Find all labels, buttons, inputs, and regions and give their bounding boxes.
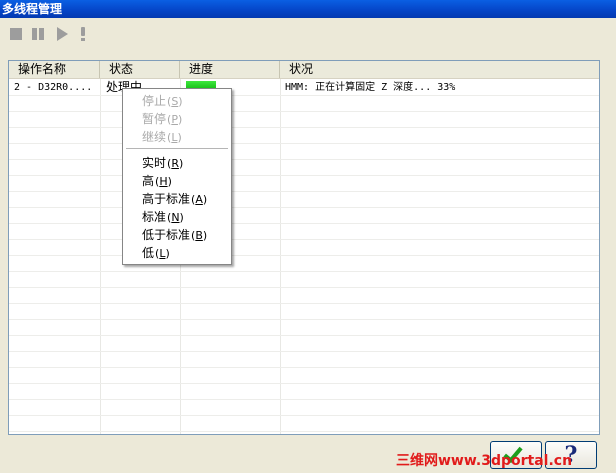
row-grid-line [9,223,599,224]
exclamation-icon[interactable] [78,27,88,41]
condition-cell: HMM: 正在计算固定 Z 深度... 33% [285,82,456,93]
thread-list[interactable]: 操作名称 状态 进度 状况 2 - D32R0.... 处理中 HMM: 正在计… [8,60,600,435]
row-grid-line [9,319,599,320]
row-grid-line [9,367,599,368]
row-grid-line [9,335,599,336]
menu-item-stop[interactable]: 停止(S) [142,93,183,109]
grid-line [280,79,281,434]
row-grid-line [9,95,599,96]
row-grid-line [9,399,599,400]
row-grid-line [9,383,599,384]
row-grid-line [9,143,599,144]
row-grid-line [9,207,599,208]
row-grid-line [9,271,599,272]
row-grid-line [9,159,599,160]
stop-icon[interactable] [9,27,23,41]
row-grid-line [9,175,599,176]
grid-line [100,79,101,434]
column-header-status[interactable]: 状态 [100,61,180,78]
row-grid-line [9,431,599,432]
row-grid-line [9,351,599,352]
column-header-name[interactable]: 操作名称 [9,61,100,78]
row-grid-line [9,191,599,192]
column-header-progress[interactable]: 进度 [180,61,280,78]
play-icon[interactable] [55,27,69,41]
row-grid-line [9,303,599,304]
row-grid-line [9,127,599,128]
pause-icon[interactable] [31,27,45,41]
row-grid-line [9,287,599,288]
row-grid-line [9,255,599,256]
column-header-condition[interactable]: 状况 [280,61,599,78]
menu-item-realtime[interactable]: 实时(R) [142,155,183,171]
menu-item-high[interactable]: 高(H) [142,173,172,189]
row-grid-line [9,239,599,240]
menu-item-below-normal[interactable]: 低于标准(B) [142,227,207,243]
menu-item-above-normal[interactable]: 高于标准(A) [142,191,207,207]
list-header: 操作名称 状态 进度 状况 [9,61,599,79]
watermark: 三维网www.3dportal.cn [396,453,573,469]
menu-item-low[interactable]: 低(L) [142,245,170,261]
row-grid-line [9,111,599,112]
row-grid-line [9,415,599,416]
toolbar [0,18,616,52]
menu-item-normal[interactable]: 标准(N) [142,209,184,225]
window-title: 多线程管理 [2,2,63,16]
menu-item-pause[interactable]: 暂停(P) [142,111,182,127]
window-title-bar[interactable]: 多线程管理 [0,0,616,18]
priority-context-menu: 停止(S) 暂停(P) 继续(L) 实时(R) 高(H) 高于标准(A) 标准(… [122,88,232,265]
menu-separator [126,148,228,149]
menu-item-resume[interactable]: 继续(L) [142,129,182,145]
table-row[interactable]: 2 - D32R0.... 处理中 HMM: 正在计算固定 Z 深度... 33… [9,80,599,95]
operation-name-cell: 2 - D32R0.... [14,82,93,93]
